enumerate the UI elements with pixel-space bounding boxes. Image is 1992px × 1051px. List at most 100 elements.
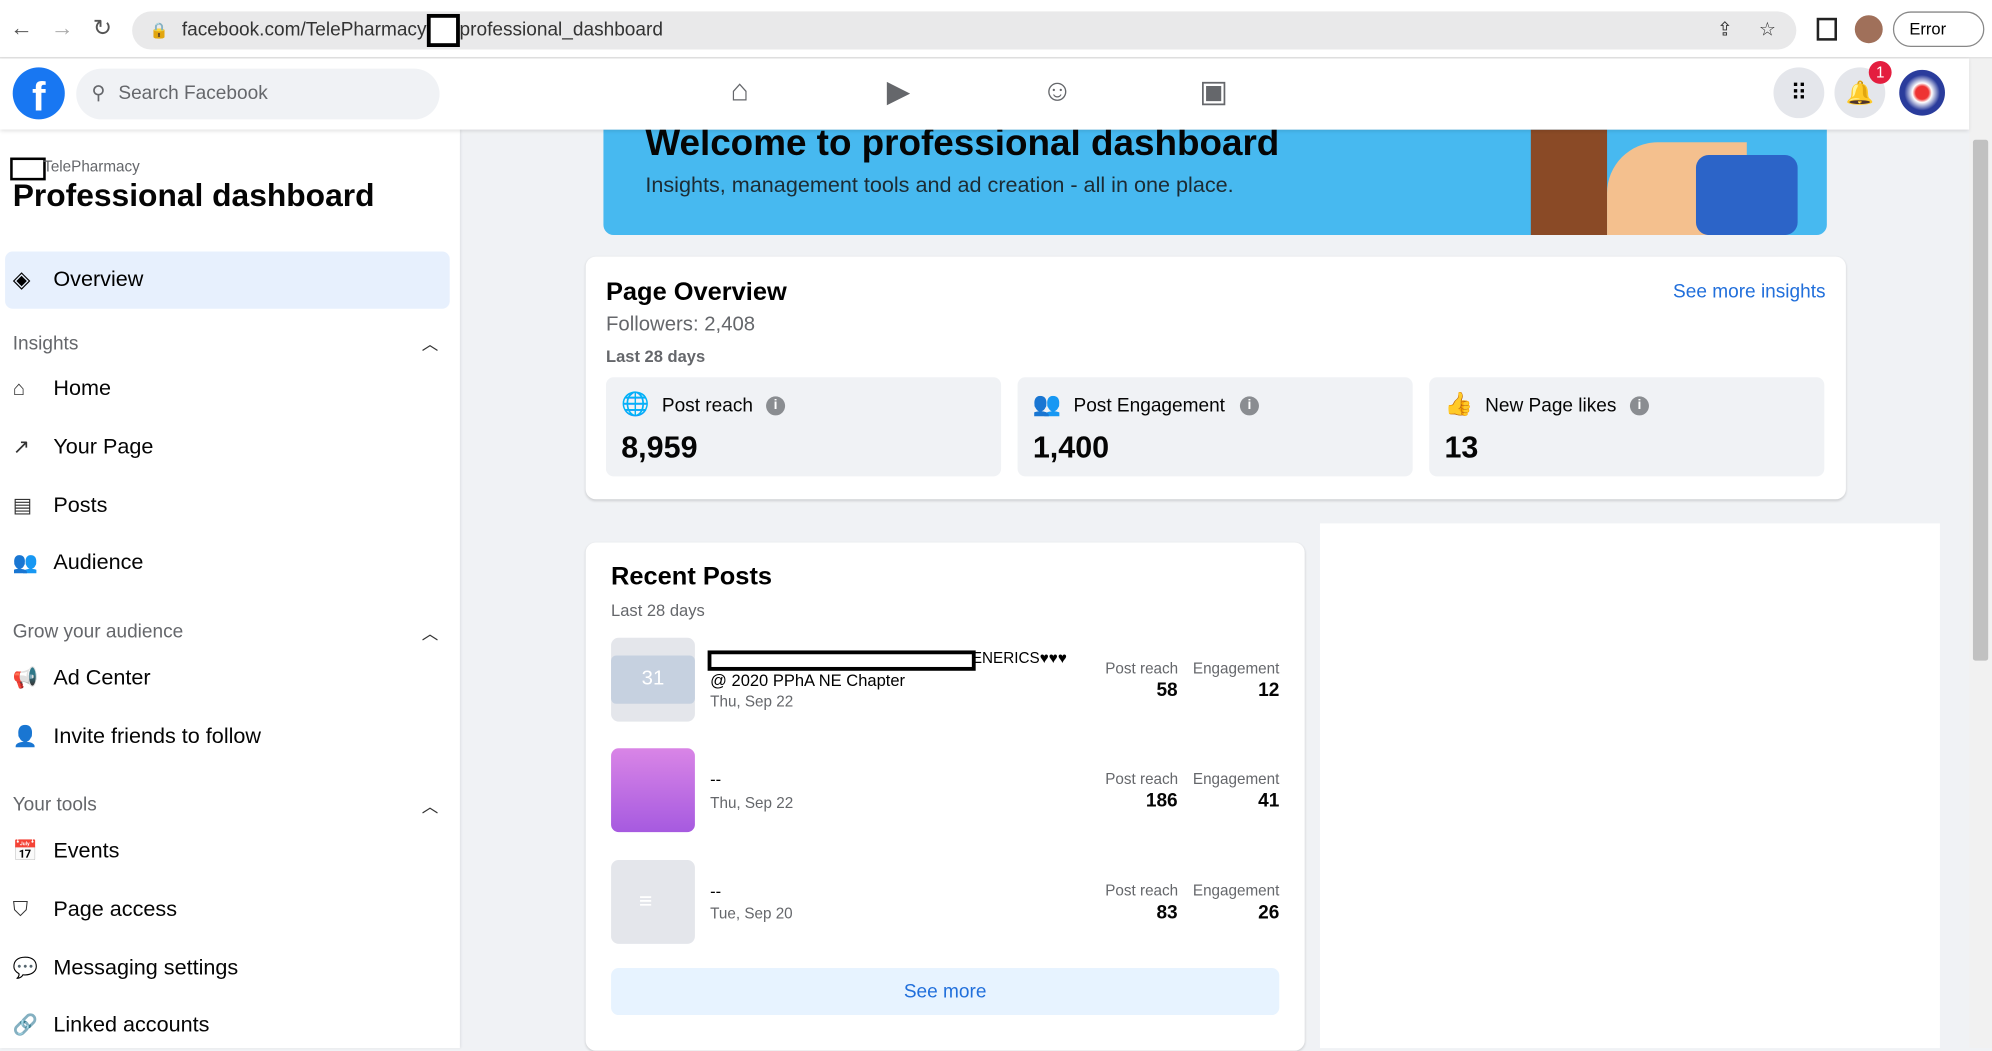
stat-value: 13	[1444, 430, 1479, 465]
stat-new-page-likes[interactable]: 👍 New Page likes i 13	[1429, 377, 1825, 477]
profile-error-button[interactable]: Error	[1892, 11, 1985, 48]
stat-post-engagement[interactable]: 👥 Post Engagement i 1,400	[1017, 377, 1413, 477]
browser-toolbar: ← → ↻ 🔒 facebook.com/TelePharmacy profess…	[0, 0, 1992, 59]
banner-illustration	[1530, 129, 1608, 236]
engagement-label: Engagement	[1192, 659, 1280, 678]
sidebar-item-label: Your Page	[53, 434, 154, 459]
link-icon: 🔗	[12, 1015, 39, 1037]
forward-icon[interactable]: →	[51, 15, 74, 42]
chevron-up-icon[interactable]: ︿	[422, 793, 439, 817]
post-title: --	[710, 881, 722, 901]
info-icon[interactable]: i	[1239, 396, 1259, 416]
menu-grid-icon[interactable]: ⠿	[1773, 67, 1825, 119]
recent-posts-title: Recent Posts	[611, 562, 773, 591]
sidebar-item-home[interactable]: ⌂ Home	[13, 370, 111, 408]
facebook-logo[interactable]: f	[12, 67, 65, 120]
post-date: Thu, Sep 22	[710, 692, 794, 711]
sidebar-item-events[interactable]: 📅 Events	[13, 832, 120, 870]
banner-title: Welcome to professional dashboard	[645, 129, 1280, 164]
post-engagement-value: 41	[1258, 790, 1280, 812]
post-engagement-value: 26	[1258, 901, 1280, 924]
section-tools: Your tools	[12, 794, 97, 816]
stat-post-reach[interactable]: 🌐 Post reach i 8,959	[605, 377, 1002, 477]
welcome-banner: Welcome to professional dashboard Insigh…	[603, 129, 1827, 236]
back-icon[interactable]: ←	[10, 15, 33, 42]
see-more-insights-link[interactable]: See more insights	[1673, 281, 1826, 303]
invite-icon: 👤	[12, 726, 39, 749]
sidebar-item-label: Invite friends to follow	[53, 724, 262, 749]
watch-icon[interactable]: ▶	[887, 74, 910, 111]
address-bar[interactable]: 🔒 facebook.com/TelePharmacy professional_…	[132, 11, 1797, 50]
home-icon[interactable]: ⌂	[730, 74, 748, 110]
post-reach-value: 58	[1156, 679, 1178, 702]
share-icon[interactable]: ⇪	[1717, 11, 1733, 49]
sidebar-item-label: Messaging settings	[53, 955, 239, 980]
info-icon[interactable]: i	[1629, 396, 1649, 416]
post-date: Thu, Sep 22	[710, 794, 794, 812]
recent-period: Last 28 days	[611, 600, 705, 620]
sidebar-item-overview[interactable]: ◈ Overview	[5, 251, 450, 309]
star-icon[interactable]: ☆	[1759, 11, 1776, 49]
notification-badge: 1	[1868, 60, 1892, 84]
chevron-up-icon[interactable]: ︿	[422, 330, 439, 354]
url-suffix: professional_dashboard	[459, 19, 663, 41]
sidebar-item-messaging[interactable]: 💬 Messaging settings	[13, 949, 239, 987]
sidebar-item-label: Page access	[53, 896, 178, 922]
audience-icon: 👥	[12, 552, 39, 575]
page-avatar[interactable]	[1899, 69, 1945, 116]
sidebar-item-audience[interactable]: 👥 Audience	[13, 544, 144, 582]
sidebar-item-label: Linked accounts	[53, 1012, 210, 1037]
shield-icon: ⛉	[12, 899, 28, 922]
see-more-button[interactable]: See more	[611, 968, 1280, 1016]
post-image-thumbnail	[611, 748, 695, 833]
calendar-thumbnail: 31	[611, 637, 695, 722]
post-date: Tue, Sep 20	[710, 904, 793, 923]
post-reach-value: 83	[1156, 901, 1178, 924]
sidebar: TelePharmacy Professional dashboard ◈ Ov…	[0, 129, 460, 1049]
sidebar-item-label: Events	[53, 838, 120, 863]
search-input[interactable]: ⚲ Search Facebook	[76, 68, 440, 120]
sidebar-item-invite[interactable]: 👤 Invite friends to follow	[13, 718, 261, 756]
redaction-box	[426, 14, 460, 48]
section-insights: Insights	[12, 332, 79, 355]
home-icon: ⌂	[12, 378, 25, 401]
sidebar-item-label: Home	[53, 376, 111, 401]
thumbs-up-icon: 👍	[1444, 391, 1473, 417]
sidebar-title: Professional dashboard	[12, 177, 375, 214]
scrollbar-thumb[interactable]	[1972, 139, 1989, 661]
text-post-thumbnail: ≡	[611, 860, 695, 944]
sidebar-item-ad-center[interactable]: 📢 Ad Center	[13, 659, 151, 697]
gaming-icon[interactable]: ▣	[1199, 74, 1228, 111]
post-row[interactable]: ≡ -- Tue, Sep 20 Post reach Engagement 8…	[611, 860, 1279, 944]
post-row[interactable]: -- Thu, Sep 22 Post reach Engagement 186…	[611, 748, 1280, 833]
people-icon: 👥	[1032, 391, 1062, 417]
reload-icon[interactable]: ↻	[93, 15, 112, 42]
scrollbar[interactable]	[1969, 58, 1992, 1049]
info-icon[interactable]: i	[766, 396, 786, 416]
sidebar-item-your-page[interactable]: ↗ Your Page	[13, 428, 154, 466]
megaphone-icon: 📢	[12, 668, 39, 690]
page-name: TelePharmacy	[43, 157, 140, 176]
search-placeholder: Search Facebook	[118, 82, 268, 105]
sidebar-item-page-access[interactable]: ⛉ Page access	[13, 891, 177, 929]
trend-icon: ↗	[12, 437, 30, 459]
groups-icon[interactable]: ☺	[1042, 74, 1073, 110]
lock-icon: 🔒	[149, 21, 169, 40]
reach-label: Post reach	[1105, 769, 1179, 788]
chevron-up-icon[interactable]: ︿	[422, 620, 439, 644]
redaction-box	[707, 650, 976, 671]
message-icon: 💬	[12, 957, 39, 980]
sidebar-item-posts[interactable]: ▤ Posts	[13, 487, 108, 525]
banner-illustration-shirt	[1695, 154, 1798, 236]
profile-avatar[interactable]	[1854, 15, 1883, 44]
page-overview-card: Page Overview Followers: 2,408 Last 28 d…	[585, 256, 1846, 500]
stat-label: Post reach	[661, 395, 753, 417]
post-row[interactable]: 31 ENERICS♥♥♥ @ 2020 PPhA NE Chapter Thu…	[611, 637, 1280, 722]
facebook-header: f ⚲ Search Facebook ⌂ ▶ ☺ ▣ ⠿ 🔔 1	[0, 58, 1970, 130]
posts-icon: ▤	[12, 495, 32, 518]
sidebar-item-label: Posts	[53, 492, 108, 518]
sidebar-item-label: Audience	[53, 550, 144, 575]
sidebar-item-linked[interactable]: 🔗 Linked accounts	[13, 1006, 210, 1044]
followers-count: Followers: 2,408	[605, 313, 756, 336]
sidepanel-icon[interactable]	[1816, 17, 1837, 41]
